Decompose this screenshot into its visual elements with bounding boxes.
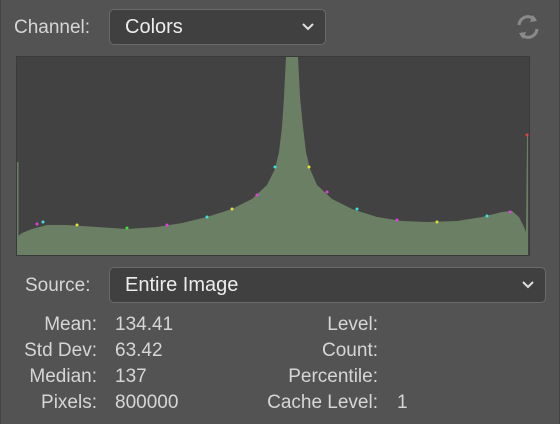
count-label: Count: [322,340,378,361]
stddev-label: Std Dev: [24,340,97,361]
source-select-value: Entire Image [125,273,239,296]
histogram-chart [16,56,530,256]
pixels-value: 800000 [115,392,179,413]
histogram-left-spike [17,162,19,237]
median-label: Median: [29,366,97,387]
histogram-area [17,57,528,255]
source-select[interactable]: Entire Image [109,267,546,303]
channel-label: Channel: [14,17,91,38]
histogram-panel: Channel: Colors Source: Entire Image Mea… [0,0,560,424]
mean-value: 134.41 [115,314,174,335]
refresh-icon[interactable] [513,12,543,42]
level-label: Level: [327,314,378,335]
percentile-label: Percentile: [288,366,378,387]
cache-level-label: Cache Level: [267,392,378,413]
chevron-down-icon [522,281,534,289]
mean-label: Mean: [44,314,97,335]
histogram-graph [17,57,529,255]
channel-select[interactable]: Colors [109,9,326,45]
cache-level-value: 1 [397,392,408,413]
chevron-down-icon [302,23,314,31]
source-label: Source: [25,275,91,296]
median-value: 137 [115,366,147,387]
channel-select-value: Colors [125,15,183,38]
pixels-label: Pixels: [41,392,97,413]
stddev-value: 63.42 [115,340,163,361]
